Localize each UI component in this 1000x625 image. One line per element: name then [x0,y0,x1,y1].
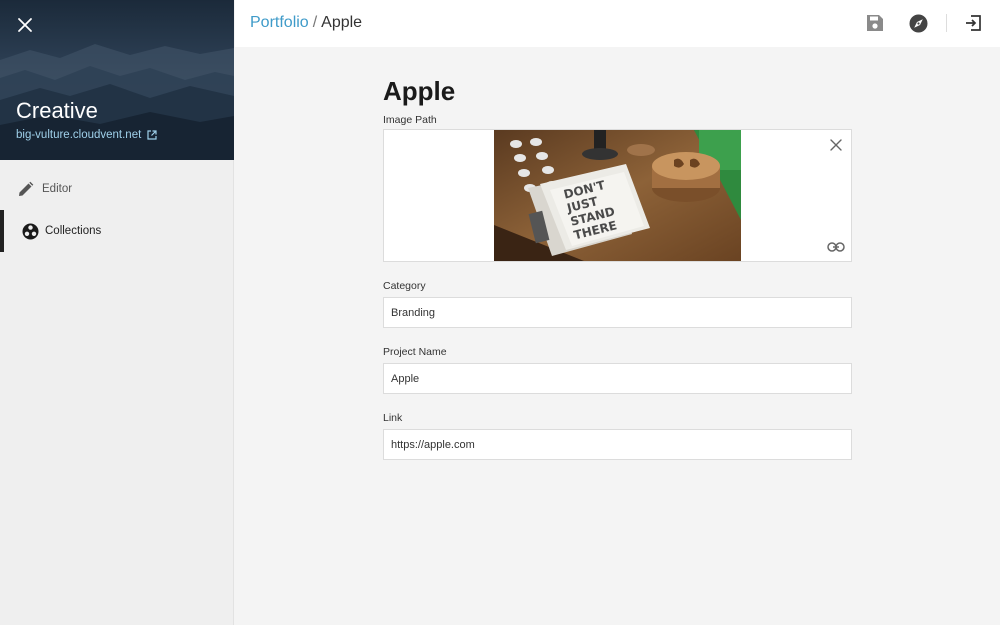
collections-icon [21,222,39,240]
link-label: Link [383,412,403,424]
sidebar-nav: Editor Collections [0,168,234,252]
save-icon[interactable] [865,13,885,33]
breadcrumb-current: Apple [321,14,363,31]
image-path-field[interactable]: DON'T JUST STAND THERE [383,129,852,262]
toolbar-divider [946,14,947,32]
top-bar: Portfolio / Apple [235,0,1000,47]
compass-icon[interactable] [908,13,928,33]
project-name-input[interactable]: Apple [383,363,852,394]
site-link[interactable]: big-vulture.cloudvent.net [16,129,157,141]
image-path-label: Image Path [383,114,437,126]
project-name-label: Project Name [383,346,447,358]
image-preview[interactable]: DON'T JUST STAND THERE [494,130,741,261]
external-link-icon [147,130,157,140]
sidebar-header: Creative big-vulture.cloudvent.net [0,0,234,160]
breadcrumb-parent-link[interactable]: Portfolio [250,14,309,31]
link-icon[interactable] [827,241,845,253]
sidebar-item-label: Editor [42,183,73,195]
exit-icon[interactable] [963,13,983,33]
remove-image-icon[interactable] [829,138,843,152]
sidebar-item-collections[interactable]: Collections [0,210,234,252]
page-title: Apple [383,76,456,106]
site-title: Creative [16,98,98,123]
close-icon[interactable] [14,14,36,36]
breadcrumb: Portfolio / Apple [250,14,362,32]
sidebar: Creative big-vulture.cloudvent.net Edito… [0,0,234,625]
link-input[interactable]: https://apple.com [383,429,852,460]
sidebar-item-label: Collections [45,225,102,237]
category-label: Category [383,280,426,292]
pencil-icon [16,180,34,198]
breadcrumb-separator: / [312,14,318,31]
edit-form: Apple Image Path DON'T JUST STAND THERE … [383,76,853,460]
sidebar-item-editor[interactable]: Editor [0,168,234,210]
site-link-label: big-vulture.cloudvent.net [16,129,142,141]
category-input[interactable]: Branding [383,297,852,328]
